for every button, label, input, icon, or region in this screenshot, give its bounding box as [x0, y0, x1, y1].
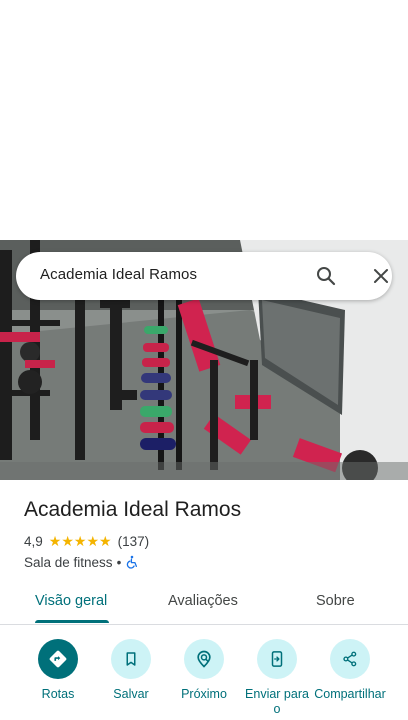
- wheelchair-icon: [125, 555, 139, 569]
- bookmark-icon[interactable]: [111, 639, 151, 679]
- search-icon[interactable]: [314, 264, 338, 288]
- place-tabs: Visão geral Avaliações Sobre: [0, 583, 408, 625]
- send-to-phone-label: Enviar para o: [245, 687, 309, 716]
- nearby-label: Próximo: [181, 687, 227, 701]
- star-icon: ★: [73, 533, 87, 549]
- action-buttons-row: Rotas Salvar Próximo Enviar para o Compa…: [0, 639, 408, 720]
- nearby-button[interactable]: Próximo: [164, 639, 244, 702]
- close-icon[interactable]: [369, 264, 393, 288]
- nearby-icon[interactable]: [184, 639, 224, 679]
- star-icon: ★: [48, 533, 62, 549]
- separator-dot: •: [116, 554, 122, 570]
- send-to-phone-button[interactable]: Enviar para o: [237, 639, 317, 717]
- category-row: Sala de fitness •: [24, 553, 139, 571]
- share-icon[interactable]: [330, 639, 370, 679]
- rating-row[interactable]: 4,9 ★ ★ ★ ★ ★ (137): [24, 533, 149, 549]
- save-label: Salvar: [113, 687, 149, 701]
- tab-reviews[interactable]: Avaliações: [168, 593, 238, 609]
- send-to-phone-icon[interactable]: [257, 639, 297, 679]
- star-rating: ★ ★ ★ ★ ★: [49, 534, 112, 548]
- search-bar[interactable]: Academia Ideal Ramos: [16, 252, 392, 300]
- star-icon: ★: [61, 533, 74, 549]
- directions-icon[interactable]: [38, 639, 78, 679]
- review-count[interactable]: (137): [118, 534, 150, 549]
- save-button[interactable]: Salvar: [91, 639, 171, 702]
- search-query-text[interactable]: Academia Ideal Ramos: [40, 266, 197, 283]
- map-blank-area: [0, 0, 408, 240]
- share-button[interactable]: Compartilhar: [310, 639, 390, 702]
- directions-label: Rotas: [41, 687, 75, 701]
- place-title: Academia Ideal Ramos: [24, 498, 242, 521]
- tab-overview[interactable]: Visão geral: [35, 593, 107, 609]
- star-icon: ★: [99, 533, 112, 549]
- share-label: Compartilhar: [314, 687, 386, 701]
- star-icon: ★: [86, 533, 100, 549]
- active-tab-indicator: [35, 620, 109, 623]
- rating-value: 4,9: [24, 533, 43, 549]
- tab-about[interactable]: Sobre: [316, 593, 355, 609]
- directions-button[interactable]: Rotas: [18, 639, 98, 702]
- place-category: Sala de fitness: [24, 554, 113, 570]
